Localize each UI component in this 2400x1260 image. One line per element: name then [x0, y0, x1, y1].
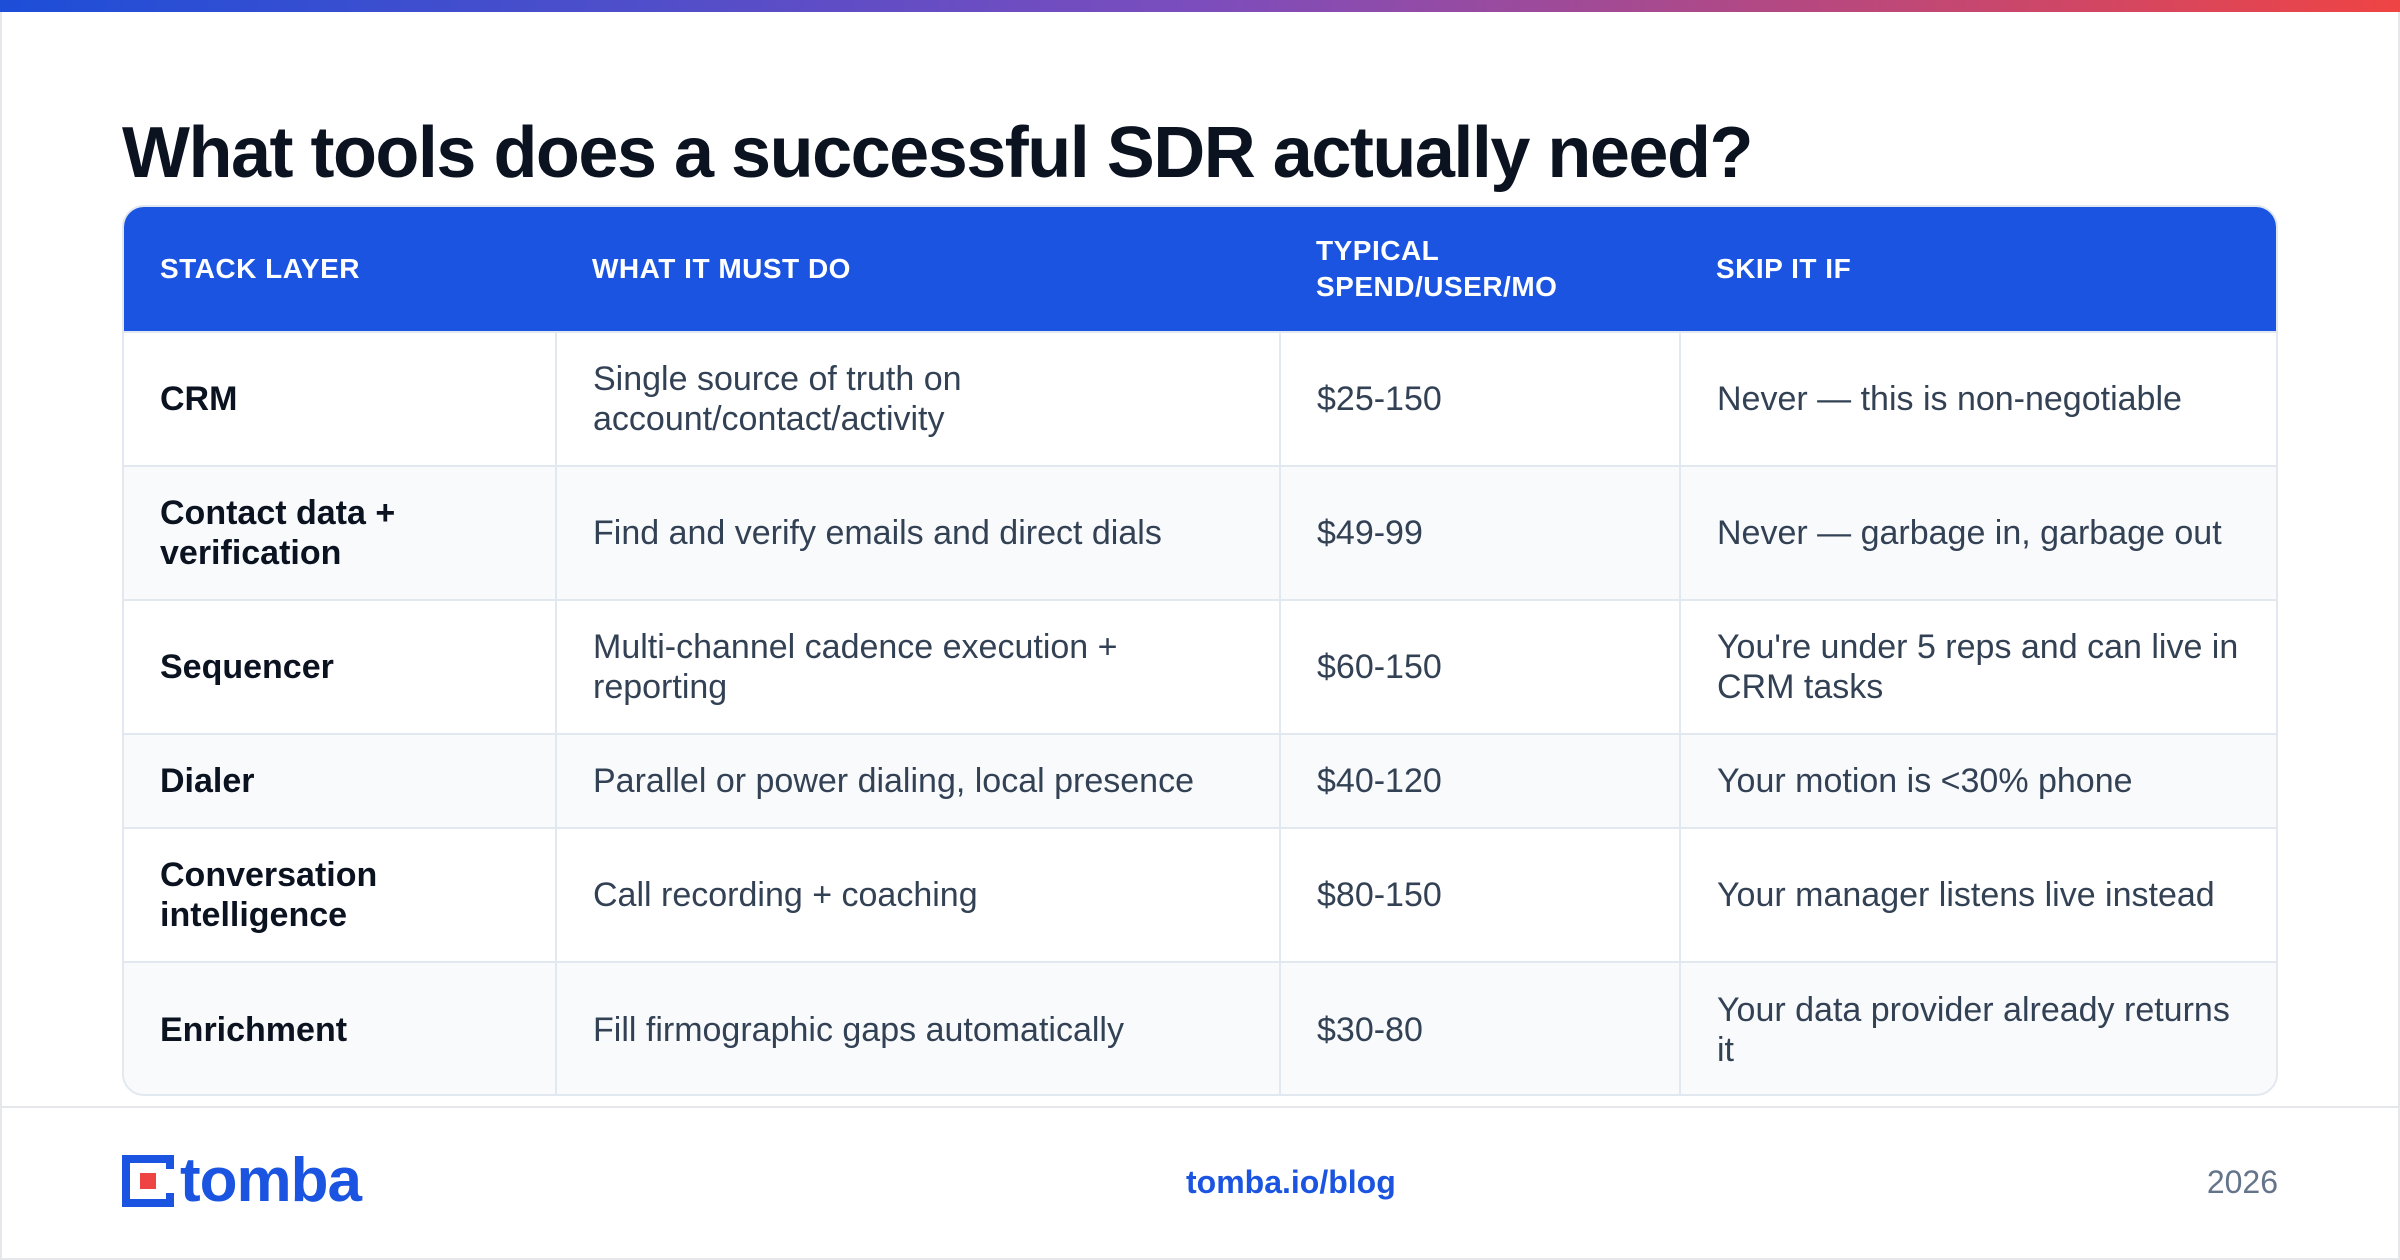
logo-wordmark: tomba — [180, 1146, 362, 1215]
cell-stack-layer: Dialer — [124, 733, 556, 828]
cell-stack-layer: Enrichment — [124, 961, 556, 1094]
header-what-it-must-do: WHAT IT MUST DO — [592, 253, 851, 284]
cell-skip-it-if: You're under 5 reps and can live in CRM … — [1679, 599, 2276, 734]
tomba-logo[interactable]: tomba — [122, 1146, 362, 1215]
tools-table: STACK LAYER WHAT IT MUST DO TYPICAL SPEN… — [124, 207, 2276, 1094]
blog-link[interactable]: tomba.io/blog — [1186, 1164, 1396, 1201]
cell-typical-spend: $40-120 — [1279, 733, 1680, 828]
header-skip-it-if: SKIP IT IF — [1716, 253, 1852, 284]
cell-typical-spend: $25-150 — [1279, 331, 1680, 466]
cell-typical-spend: $49-99 — [1279, 465, 1680, 600]
cell-skip-it-if: Never — garbage in, garbage out — [1679, 465, 2276, 600]
table-row: Sequencer Multi-channel cadence executio… — [124, 599, 2276, 734]
cell-skip-it-if: Your manager listens live instead — [1679, 827, 2276, 962]
table-row: Enrichment Fill firmographic gaps automa… — [124, 961, 2276, 1094]
cell-typical-spend: $60-150 — [1279, 599, 1680, 734]
cell-skip-it-if: Your motion is <30% phone — [1679, 733, 2276, 828]
footer-divider — [0, 1106, 2400, 1108]
table-row: Dialer Parallel or power dialing, local … — [124, 733, 2276, 828]
table-row: Conversation intelligence Call recording… — [124, 827, 2276, 962]
cell-what-it-must-do: Parallel or power dialing, local presenc… — [555, 733, 1280, 828]
table-header-row: STACK LAYER WHAT IT MUST DO TYPICAL SPEN… — [124, 207, 2276, 332]
cell-stack-layer: Conversation intelligence — [124, 827, 556, 962]
page-title: What tools does a successful SDR actuall… — [122, 113, 1753, 193]
header-stack-layer: STACK LAYER — [160, 253, 360, 284]
table-row: Contact data + verification Find and ver… — [124, 465, 2276, 600]
top-gradient-bar — [0, 0, 2400, 12]
cell-typical-spend: $30-80 — [1279, 961, 1680, 1094]
cell-skip-it-if: Your data provider already returns it — [1679, 961, 2276, 1094]
tools-table-card: STACK LAYER WHAT IT MUST DO TYPICAL SPEN… — [122, 205, 2278, 1096]
table-row: CRM Single source of truth on account/co… — [124, 331, 2276, 466]
footer-year: 2026 — [2206, 1164, 2278, 1200]
cell-skip-it-if: Never — this is non-negotiable — [1679, 331, 2276, 466]
cell-what-it-must-do: Multi-channel cadence execution + report… — [555, 599, 1280, 734]
cell-typical-spend: $80-150 — [1279, 827, 1680, 962]
cell-what-it-must-do: Find and verify emails and direct dials — [555, 465, 1280, 600]
tomba-logo-icon — [122, 1155, 176, 1207]
cell-stack-layer: Sequencer — [124, 599, 556, 734]
cell-stack-layer: CRM — [124, 331, 556, 466]
cell-what-it-must-do: Fill firmographic gaps automatically — [555, 961, 1280, 1094]
header-typical-spend: TYPICAL SPEND/USER/MO — [1316, 235, 1558, 302]
cell-what-it-must-do: Single source of truth on account/contac… — [555, 331, 1280, 466]
cell-what-it-must-do: Call recording + coaching — [555, 827, 1280, 962]
cell-stack-layer: Contact data + verification — [124, 465, 556, 600]
